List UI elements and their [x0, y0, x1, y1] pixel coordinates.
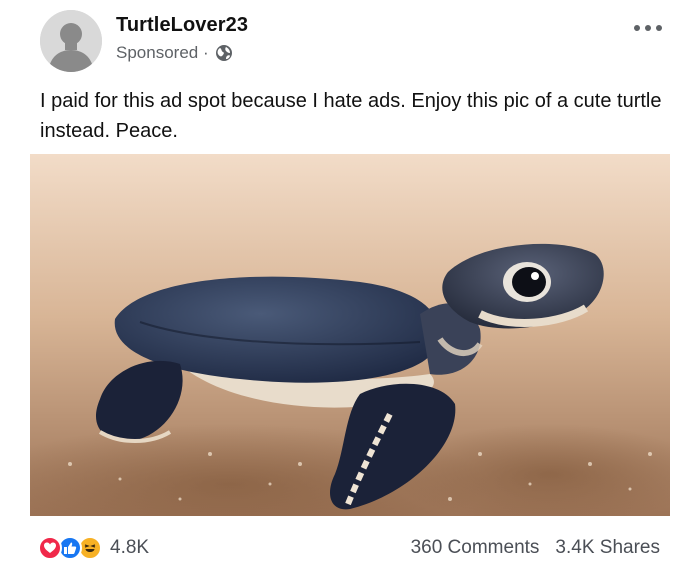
comments-count[interactable]: 360 Comments: [411, 537, 540, 559]
sponsored-post: TurtleLover23 Sponsored · I paid for thi…: [0, 0, 700, 568]
default-avatar-icon: [40, 10, 102, 72]
love-icon: [38, 536, 62, 560]
more-dot: [645, 25, 651, 31]
engagement-stats: 360 Comments 3.4K Shares: [411, 537, 660, 559]
author-name[interactable]: TurtleLover23: [116, 14, 248, 37]
sponsored-label[interactable]: Sponsored ·: [116, 43, 209, 63]
post-image[interactable]: [30, 154, 670, 516]
post-meta: Sponsored ·: [116, 43, 233, 63]
turtle-photo: [30, 154, 670, 516]
more-options-icon[interactable]: [634, 20, 662, 36]
more-dot: [634, 25, 640, 31]
reactions-summary[interactable]: 4.8K: [38, 536, 149, 560]
globe-icon[interactable]: [215, 44, 233, 62]
avatar[interactable]: [40, 10, 102, 72]
reaction-count[interactable]: 4.8K: [110, 537, 149, 559]
shares-count[interactable]: 3.4K Shares: [555, 537, 660, 559]
more-dot: [656, 25, 662, 31]
post-caption: I paid for this ad spot because I hate a…: [40, 90, 662, 142]
